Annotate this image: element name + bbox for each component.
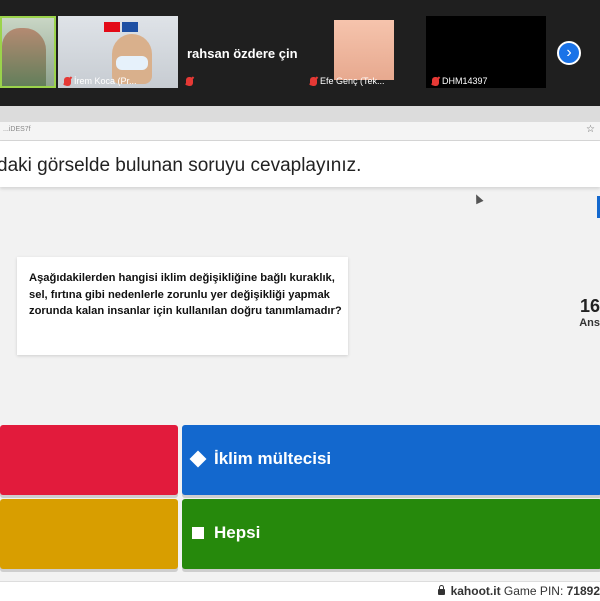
flag-icon: [122, 22, 138, 32]
kahoot-stage: daki görselde bulunan soruyu cevaplayını…: [0, 141, 600, 581]
game-pin: 71892: [566, 584, 600, 598]
mic-muted-icon: [310, 76, 317, 86]
participant-name: rahsan özdere çin: [187, 46, 298, 61]
answer-count: 16: [579, 296, 600, 316]
mic-muted-icon: [64, 76, 71, 86]
participant-video: [334, 20, 394, 80]
participant-tile[interactable]: Efe Genç (Tek...: [304, 16, 424, 88]
chevron-right-icon: ›: [566, 44, 572, 61]
answer-label: Hepsi: [214, 523, 261, 542]
square-icon: [192, 527, 204, 539]
participant-video: [2, 28, 46, 86]
bookmark-star-icon[interactable]: ☆: [586, 124, 595, 135]
mic-muted-icon: [432, 76, 439, 86]
flag-icon: [104, 22, 120, 32]
participant-name: Efe Genç (Tek...: [320, 76, 385, 86]
answer-label: İklim mültecisi: [214, 449, 332, 468]
answer-option-diamond[interactable]: İklim mültecisi: [182, 425, 600, 495]
answer-counter: 16 Ans: [579, 296, 600, 329]
mouse-cursor-icon: [472, 192, 484, 205]
footer-site: kahoot.it: [450, 584, 501, 598]
answer-count-label: Ans: [579, 317, 600, 329]
question-instruction: daki görselde bulunan soruyu cevaplayını…: [0, 155, 362, 176]
participant-name: DHM14397: [442, 76, 488, 86]
question-image-text: Aşağıdakilerden hangisi iklim değişikliğ…: [29, 272, 342, 317]
participant-tile[interactable]: rahsan özdere çin: [180, 16, 302, 88]
answer-option-circle[interactable]: [0, 499, 178, 569]
participant-name: İrem Koca (Pr...: [74, 76, 137, 86]
participant-tile[interactable]: İrem Koca (Pr...: [58, 16, 178, 88]
answer-option-triangle[interactable]: [0, 425, 178, 495]
answer-option-square[interactable]: Hepsi: [182, 499, 600, 569]
participant-tile[interactable]: DHM14397: [426, 16, 546, 88]
address-bar[interactable]: ...iDES7f ☆: [0, 122, 600, 141]
question-image: Aşağıdakilerden hangisi iklim değişikliğ…: [17, 257, 348, 355]
game-pin-label: Game PIN:: [503, 584, 564, 598]
next-participants-button[interactable]: ›: [557, 41, 581, 65]
lock-icon: [437, 585, 445, 595]
game-footer: kahoot.it Game PIN: 71892: [0, 581, 600, 601]
diamond-icon: [189, 450, 207, 468]
url-text: ...iDES7f: [3, 126, 31, 133]
video-strip: İrem Koca (Pr... rahsan özdere çin Efe G…: [0, 0, 600, 106]
question-header: daki görselde bulunan soruyu cevaplayını…: [0, 141, 600, 187]
participant-tile-active-speaker[interactable]: [0, 16, 56, 88]
browser-tab-bar: [0, 106, 600, 122]
participant-video: [116, 56, 148, 70]
mic-muted-icon: [186, 77, 193, 86]
